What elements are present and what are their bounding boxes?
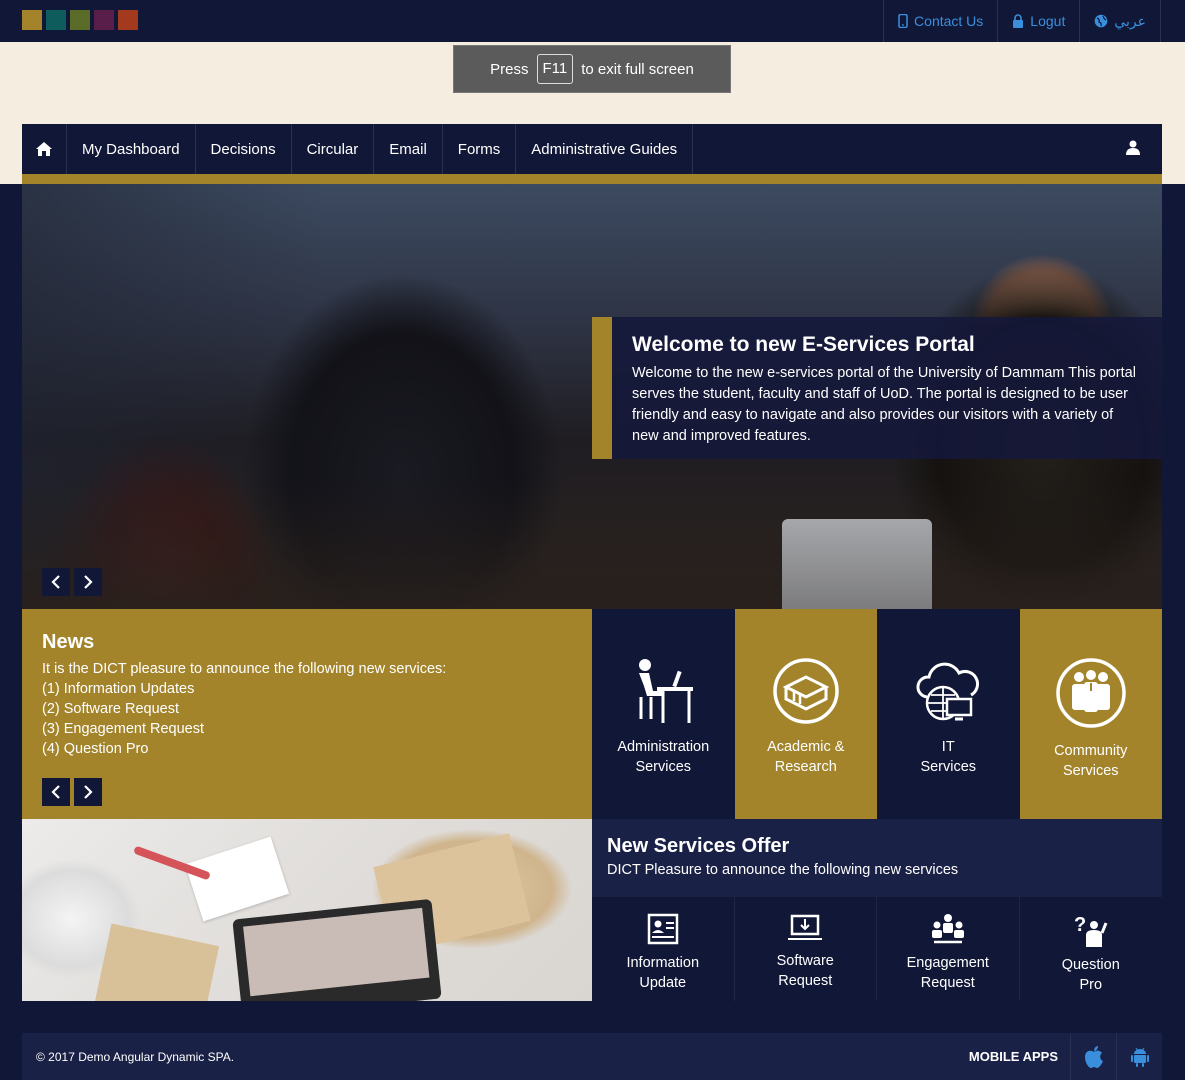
hero-text: Welcome to the new e-services portal of … — [632, 365, 1136, 444]
news-panel: News It is the DICT pleasure to announce… — [22, 609, 592, 819]
offer-tile-label: Information Update — [626, 955, 700, 991]
globe-icon — [1095, 14, 1108, 28]
main-nav: My Dashboard Decisions Circular Email Fo… — [22, 124, 1162, 174]
hero-caption: Welcome to new E-Services Portal Welcome… — [592, 317, 1162, 459]
cloud-globe-icon — [916, 662, 980, 721]
desk-photo-envelope — [184, 836, 290, 922]
team-icon — [931, 914, 964, 944]
svg-text:?: ? — [1074, 914, 1086, 936]
logout-link[interactable]: Logut — [997, 0, 1079, 42]
phone-icon — [898, 14, 908, 28]
laptop-download-icon — [788, 914, 823, 940]
apple-icon — [1084, 1045, 1103, 1068]
news-intro: It is the DICT pleasure to announce the … — [42, 661, 447, 677]
hero-prev-button[interactable] — [42, 568, 70, 596]
hero-carousel-controls — [42, 568, 102, 596]
offer-tiles: Information Update Software Request Engage… — [592, 897, 1162, 1001]
ios-app-button[interactable] — [1070, 1033, 1116, 1080]
nav-item-my-dashboard[interactable]: My Dashboard — [67, 124, 196, 174]
chevron-right-icon — [84, 785, 93, 799]
fullscreen-key: F11 — [536, 54, 574, 84]
tile-label: Administration Services — [617, 739, 710, 775]
user-icon — [1126, 140, 1140, 155]
theme-swatch-teal[interactable] — [46, 10, 66, 30]
id-card-icon — [647, 913, 678, 945]
tile-it-services[interactable]: IT Services — [877, 609, 1020, 819]
nav-item-email[interactable]: Email — [374, 124, 443, 174]
service-tiles: Administration Services Academic & Researc… — [592, 609, 1162, 819]
offer-subtitle: DICT Pleasure to announce the following … — [607, 862, 959, 878]
home-icon — [36, 142, 52, 156]
offer-tile-label: Question Pro — [1061, 957, 1120, 993]
mobile-apps-label: MOBILE APPS — [968, 1049, 1058, 1064]
hero-next-button[interactable] — [74, 568, 102, 596]
tile-community-services[interactable]: Community Services — [1019, 609, 1162, 819]
fullscreen-rest-text: to exit full screen — [581, 60, 694, 78]
lock-icon — [1013, 14, 1024, 28]
desk-photo — [22, 819, 592, 1001]
language-link[interactable]: عربي — [1079, 0, 1161, 42]
desk-photo-laptop — [232, 898, 442, 1001]
nav-home[interactable] — [22, 124, 67, 174]
offer-title: New Services Offer — [607, 835, 790, 857]
new-services-offer: New Services Offer DICT Pleasure to anno… — [592, 819, 1162, 897]
copyright-text: © 2017 Demo Angular Dynamic SPA. — [36, 1049, 235, 1064]
nav-item-decisions[interactable]: Decisions — [196, 124, 292, 174]
news-title: News — [42, 631, 95, 653]
hero-title: Welcome to new E-Services Portal — [632, 333, 975, 356]
offer-software-request[interactable]: Software Request — [735, 897, 877, 1001]
nav-accent-bar — [22, 174, 1162, 184]
top-bar: Contact Us Logut عربي — [0, 0, 1185, 42]
hero-photo-counter — [22, 479, 1162, 609]
user-menu[interactable] — [1126, 140, 1140, 160]
logout-label: Logut — [1030, 13, 1066, 29]
question-person-icon: ? — [1074, 914, 1108, 947]
offer-question-pro[interactable]: ? Question Pro — [1020, 897, 1163, 1001]
news-carousel-controls — [42, 778, 102, 806]
news-item: (1) Information Updates — [42, 681, 195, 697]
news-next-button[interactable] — [74, 778, 102, 806]
android-app-button[interactable] — [1116, 1033, 1162, 1080]
tile-academic-research[interactable]: Academic & Research — [734, 609, 877, 819]
tile-administration-services[interactable]: Administration Services — [592, 609, 735, 819]
nav-item-forms[interactable]: Forms — [443, 124, 517, 174]
news-item: (2) Software Request — [42, 701, 180, 717]
footer: © 2017 Demo Angular Dynamic SPA. MOBILE … — [22, 1033, 1162, 1080]
news-item: (4) Question Pro — [42, 741, 149, 757]
offer-engagement-request[interactable]: Engagement Request — [877, 897, 1020, 1001]
desk-user-icon — [639, 659, 694, 723]
fullscreen-notice: Press F11 to exit full screen — [453, 45, 731, 93]
desk-photo-package — [94, 923, 220, 1001]
nav-item-circular[interactable]: Circular — [292, 124, 375, 174]
android-icon — [1130, 1047, 1149, 1067]
news-item: (3) Engagement Request — [42, 721, 205, 737]
chevron-right-icon — [84, 575, 93, 589]
chevron-left-icon — [51, 785, 60, 799]
news-prev-button[interactable] — [42, 778, 70, 806]
theme-color-swatches — [22, 10, 138, 30]
language-label: عربي — [1114, 12, 1146, 29]
tile-label: Community Services — [1054, 743, 1128, 779]
hero-photo-cups — [782, 519, 932, 609]
tile-label: IT Services — [920, 739, 977, 775]
books-icon — [773, 658, 839, 724]
theme-swatch-gold[interactable] — [22, 10, 42, 30]
theme-swatch-olive[interactable] — [70, 10, 90, 30]
group-icon — [1056, 658, 1126, 728]
contact-us-link[interactable]: Contact Us — [883, 0, 997, 42]
offer-tile-label: Software Request — [776, 953, 834, 989]
contact-us-label: Contact Us — [914, 13, 984, 29]
tile-label: Academic & Research — [767, 739, 845, 775]
chevron-left-icon — [51, 575, 60, 589]
theme-swatch-purple[interactable] — [94, 10, 114, 30]
offer-tile-label: Engagement Request — [906, 955, 989, 991]
theme-swatch-rust[interactable] — [118, 10, 138, 30]
hero-carousel: Welcome to new E-Services Portal Welcome… — [22, 184, 1162, 609]
nav-item-administrative-guides[interactable]: Administrative Guides — [516, 124, 694, 174]
fullscreen-press-text: Press — [490, 60, 529, 78]
offer-information-update[interactable]: Information Update — [592, 897, 735, 1001]
